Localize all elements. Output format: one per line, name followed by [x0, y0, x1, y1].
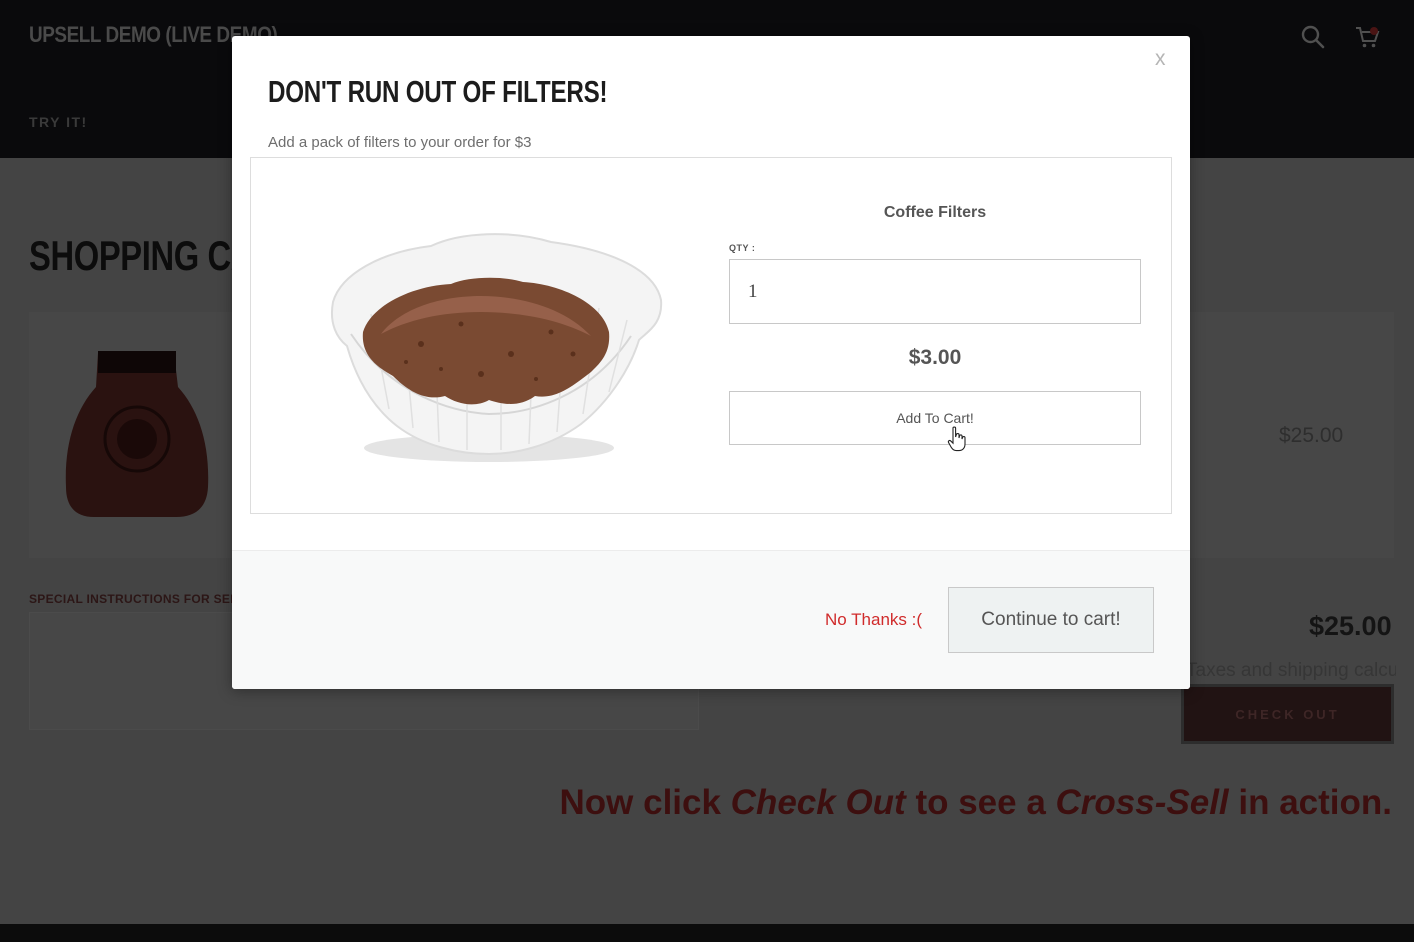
upsell-product-price: $3.00: [908, 346, 962, 369]
line-item-price: $25.00: [1279, 424, 1344, 447]
special-instructions-label: SPECIAL INSTRUCTIONS FOR SELLER: [29, 592, 263, 606]
modal-subtitle: Add a pack of filters to your order for …: [268, 134, 532, 151]
no-thanks-link[interactable]: No Thanks :(: [825, 610, 922, 630]
footer-band: [0, 924, 1414, 942]
promo-emphasis-1: Check Out: [730, 783, 906, 822]
qty-label: QTY :: [729, 243, 756, 253]
coffee-bag-image[interactable]: [64, 347, 210, 519]
tax-note: Taxes and shipping calculated at checkou…: [1186, 660, 1396, 681]
coffee-filter-image: [331, 233, 663, 462]
promo-emphasis-2: Cross-Sell: [1055, 783, 1229, 822]
hand-pointer-icon: [947, 426, 966, 452]
add-to-cart-button[interactable]: Add To Cart!: [729, 391, 1141, 445]
cart-icon[interactable]: [1354, 24, 1380, 50]
search-icon[interactable]: [1300, 24, 1326, 50]
modal-close-button[interactable]: x: [1155, 48, 1166, 69]
promo-caption: Now click Check Out to see a Cross-Sell …: [560, 783, 1393, 823]
checkout-button[interactable]: CHECK OUT: [1181, 684, 1394, 744]
nav-link-try-it[interactable]: TRY IT!: [29, 114, 88, 130]
promo-text-3: in action.: [1228, 783, 1392, 822]
promo-text-2: to see a: [905, 783, 1056, 822]
upsell-product-name: Coffee Filters: [883, 204, 987, 221]
continue-to-cart-button[interactable]: Continue to cart!: [948, 587, 1154, 653]
modal-title: DON'T RUN OUT OF FILTERS!: [268, 74, 608, 109]
promo-text-1: Now click: [559, 783, 731, 822]
cart-subtotal: $25.00: [1309, 611, 1392, 641]
offer-panel: Coffee Filters QTY : $3.00 Add To Cart!: [250, 157, 1172, 514]
qty-input[interactable]: [729, 259, 1141, 324]
upsell-modal: x DON'T RUN OUT OF FILTERS! Add a pack o…: [232, 36, 1190, 689]
